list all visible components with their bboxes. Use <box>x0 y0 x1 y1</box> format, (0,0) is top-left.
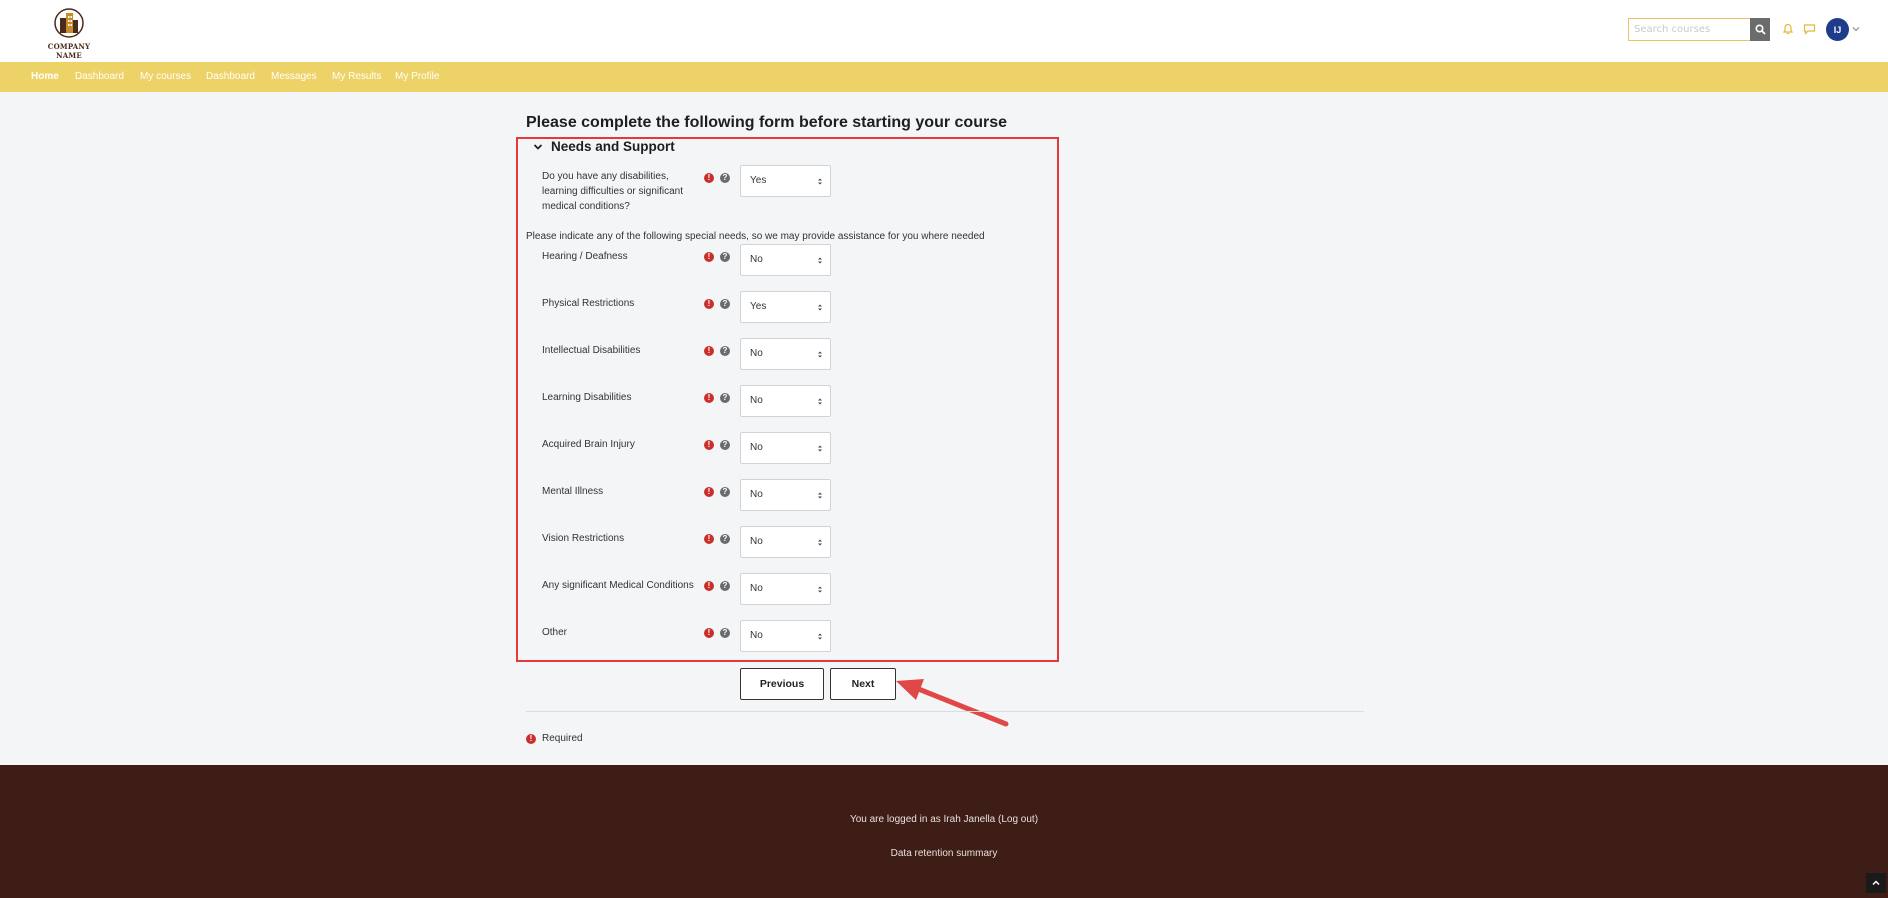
chevron-down-icon[interactable] <box>1851 24 1861 34</box>
select-value: No <box>750 348 763 359</box>
course-search <box>1628 18 1770 41</box>
nav-messages[interactable]: Messages <box>271 62 317 92</box>
question-label-brain-injury: Acquired Brain Injury <box>542 439 635 450</box>
nav-my-profile[interactable]: My Profile <box>395 62 439 92</box>
collapse-chevron-icon[interactable] <box>532 141 544 153</box>
form-divider <box>526 711 1364 712</box>
bell-icon <box>1782 23 1794 35</box>
logo-text: COMPANY NAME <box>47 42 91 60</box>
help-icon[interactable]: ? <box>720 628 730 638</box>
select-value: No <box>750 395 763 406</box>
help-icon[interactable]: ? <box>720 299 730 309</box>
select-medical[interactable]: No <box>740 573 831 605</box>
search-button[interactable] <box>1750 18 1770 41</box>
question-label-physical: Physical Restrictions <box>542 298 635 309</box>
required-legend: Required <box>542 733 583 744</box>
search-icon <box>1754 24 1766 35</box>
next-button[interactable]: Next <box>830 668 896 700</box>
select-hearing[interactable]: No <box>740 244 831 276</box>
company-logo[interactable]: COMPANY NAME <box>38 8 100 60</box>
top-header: COMPANY NAME IJ <box>0 0 1888 62</box>
required-icon: ! <box>704 173 714 183</box>
nav-dashboard[interactable]: Dashboard <box>75 62 124 92</box>
question-label-medical: Any significant Medical Conditions <box>542 580 694 591</box>
select-value: Yes <box>750 301 767 312</box>
question-label-other: Other <box>542 627 568 638</box>
section-title[interactable]: Needs and Support <box>551 139 675 154</box>
select-value: No <box>750 630 763 641</box>
question-label-learning: Learning Disabilities <box>542 392 632 403</box>
select-value: No <box>750 489 763 500</box>
notifications-button[interactable] <box>1780 21 1796 37</box>
building-logo-icon <box>54 8 84 38</box>
select-value: Yes <box>750 175 767 186</box>
select-caret-icon <box>818 539 822 546</box>
select-value: No <box>750 254 763 265</box>
required-icon: ! <box>704 628 714 638</box>
required-icon: ! <box>704 581 714 591</box>
required-icon: ! <box>704 393 714 403</box>
pointer-arrow-icon <box>896 679 1009 727</box>
help-icon[interactable]: ? <box>720 346 730 356</box>
question-label-intellectual: Intellectual Disabilities <box>542 345 641 356</box>
nav-my-results[interactable]: My Results <box>332 62 381 92</box>
select-value: No <box>750 583 763 594</box>
question-label-mental-illness: Mental Illness <box>542 486 604 497</box>
help-icon[interactable]: ? <box>720 581 730 591</box>
select-caret-icon <box>818 304 822 311</box>
select-other[interactable]: No <box>740 620 831 652</box>
login-info[interactable]: You are logged in as Irah Janella (Log o… <box>0 814 1888 825</box>
data-retention-link[interactable]: Data retention summary <box>0 848 1888 859</box>
select-physical[interactable]: Yes <box>740 291 831 323</box>
select-brain-injury[interactable]: No <box>740 432 831 464</box>
select-disabilities[interactable]: Yes <box>740 165 831 197</box>
select-mental-illness[interactable]: No <box>740 479 831 511</box>
back-to-top-button[interactable] <box>1866 873 1886 893</box>
select-value: No <box>750 536 763 547</box>
nav-dashboard-2[interactable]: Dashboard <box>206 62 255 92</box>
question-label-vision: Vision Restrictions <box>542 533 625 544</box>
help-icon[interactable]: ? <box>720 440 730 450</box>
required-icon: ! <box>526 734 536 744</box>
select-vision[interactable]: No <box>740 526 831 558</box>
help-icon[interactable]: ? <box>720 252 730 262</box>
page-footer: You are logged in as Irah Janella (Log o… <box>0 765 1888 898</box>
required-icon: ! <box>704 299 714 309</box>
main-navigation: Home Dashboard My courses Dashboard Mess… <box>0 62 1888 92</box>
help-icon[interactable]: ? <box>720 173 730 183</box>
select-caret-icon <box>818 445 822 452</box>
nav-home[interactable]: Home <box>31 62 59 92</box>
required-icon: ! <box>704 252 714 262</box>
select-caret-icon <box>818 178 822 185</box>
required-icon: ! <box>704 487 714 497</box>
question-label-disabilities: Do you have any disabilities, learning d… <box>542 171 684 212</box>
select-caret-icon <box>818 633 822 640</box>
required-icon: ! <box>704 440 714 450</box>
nav-my-courses[interactable]: My courses <box>140 62 191 92</box>
messages-button[interactable] <box>1801 21 1817 37</box>
special-needs-hint: Please indicate any of the following spe… <box>526 231 985 242</box>
select-intellectual[interactable]: No <box>740 338 831 370</box>
help-icon[interactable]: ? <box>720 393 730 403</box>
user-avatar[interactable]: IJ <box>1826 18 1849 41</box>
select-caret-icon <box>818 398 822 405</box>
page-title: Please complete the following form befor… <box>526 114 1007 131</box>
chevron-up-icon <box>1872 880 1880 886</box>
select-learning[interactable]: No <box>740 385 831 417</box>
chat-icon <box>1803 24 1815 35</box>
question-label-hearing: Hearing / Deafness <box>542 251 628 262</box>
select-caret-icon <box>818 351 822 358</box>
select-caret-icon <box>818 586 822 593</box>
select-caret-icon <box>818 492 822 499</box>
help-icon[interactable]: ? <box>720 534 730 544</box>
select-caret-icon <box>818 257 822 264</box>
required-icon: ! <box>704 346 714 356</box>
help-icon[interactable]: ? <box>720 487 730 497</box>
previous-button[interactable]: Previous <box>740 668 824 700</box>
search-input[interactable] <box>1628 18 1750 41</box>
select-value: No <box>750 442 763 453</box>
required-icon: ! <box>704 534 714 544</box>
